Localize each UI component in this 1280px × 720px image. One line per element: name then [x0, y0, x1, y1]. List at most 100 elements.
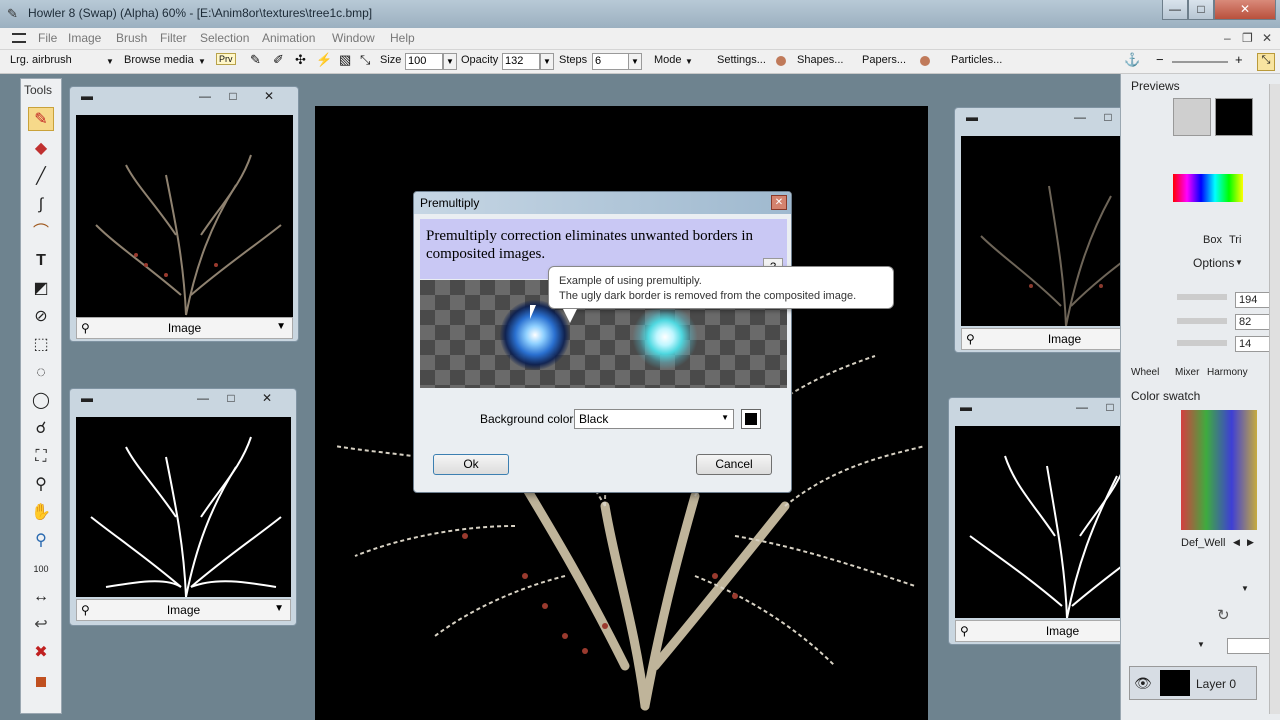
text-tool-icon[interactable]: T: [28, 249, 54, 273]
curve-tool-icon[interactable]: ∫: [28, 193, 54, 217]
mdi-restore-icon[interactable]: ❐: [1242, 31, 1253, 45]
channel-bar[interactable]: ⚲ Image ▼: [76, 599, 291, 621]
menu-filter[interactable]: Filter: [160, 31, 187, 45]
eye-icon[interactable]: 👁: [1134, 675, 1152, 692]
chevron-down-icon[interactable]: ▼: [274, 603, 284, 614]
background-color-swatch[interactable]: [741, 409, 761, 429]
chevron-down-icon[interactable]: ▼: [1241, 584, 1249, 593]
tab-tri[interactable]: Tri: [1229, 234, 1241, 246]
color-spectrum[interactable]: [1173, 174, 1243, 202]
paper-preview[interactable]: [1173, 98, 1211, 136]
panel-scrollbar[interactable]: [1269, 84, 1280, 714]
menu-selection[interactable]: Selection: [200, 31, 249, 45]
maximize-icon[interactable]: □: [1097, 109, 1119, 125]
minimize-button[interactable]: —: [1162, 0, 1188, 20]
arc-tool-icon[interactable]: ⌒: [28, 221, 54, 245]
layer-row[interactable]: 👁 Layer 0: [1129, 666, 1257, 700]
line-tool-icon[interactable]: ╱: [28, 165, 54, 189]
chevron-down-icon[interactable]: ▼: [685, 57, 693, 66]
zoom-slider[interactable]: [1172, 61, 1228, 63]
image-preview-thumb[interactable]: [1215, 98, 1253, 136]
window-menu-icon[interactable]: ▬: [76, 88, 98, 104]
magic-wand-icon[interactable]: ☌: [28, 417, 54, 441]
shapes-button[interactable]: Shapes...: [797, 54, 843, 66]
particles-button[interactable]: Particles...: [951, 54, 1002, 66]
blend-input[interactable]: [1227, 638, 1271, 654]
chevron-down-icon[interactable]: ▼: [1197, 640, 1205, 649]
green-slider[interactable]: [1177, 318, 1227, 324]
window-menu-icon[interactable]: ▬: [961, 109, 983, 125]
tab-box[interactable]: Box: [1203, 234, 1222, 246]
brush-select[interactable]: Lrg. airbrush: [10, 54, 72, 66]
window-menu-icon[interactable]: ▬: [76, 390, 98, 406]
menu-window[interactable]: Window: [332, 31, 375, 45]
zoom-100-icon[interactable]: 100: [28, 557, 54, 581]
preview-button[interactable]: Prv: [216, 53, 236, 65]
undo-icon[interactable]: ↩: [28, 613, 54, 637]
size-dropdown[interactable]: ▼: [443, 53, 457, 70]
chevron-down-icon[interactable]: ▼: [1235, 258, 1243, 267]
menu-animation[interactable]: Animation: [262, 31, 315, 45]
green-value[interactable]: 82: [1235, 314, 1271, 330]
chevron-down-icon[interactable]: ▼: [276, 321, 286, 332]
next-arrow-icon[interactable]: ▶: [1247, 537, 1254, 548]
browse-media-button[interactable]: Browse media: [124, 54, 194, 66]
cycle-icon[interactable]: ✣: [295, 52, 306, 68]
options-button[interactable]: Options: [1193, 256, 1234, 270]
spray-icon[interactable]: ⚡: [316, 52, 332, 68]
image-preview[interactable]: [76, 417, 291, 597]
maximize-icon[interactable]: □: [220, 390, 242, 406]
red-slider[interactable]: [1177, 294, 1227, 300]
hand-icon[interactable]: ✋: [28, 501, 54, 525]
close-icon[interactable]: ✕: [258, 88, 280, 104]
lasso-icon[interactable]: ◯: [28, 389, 54, 413]
color-swatches-icon[interactable]: [28, 671, 54, 695]
close-icon[interactable]: ✕: [256, 390, 278, 406]
papers-button[interactable]: Papers...: [862, 54, 906, 66]
grid-icon[interactable]: ▧: [339, 52, 351, 68]
image-preview[interactable]: [76, 115, 293, 317]
crop-icon[interactable]: ⛶: [28, 445, 54, 469]
dropper-icon[interactable]: ⚲: [28, 473, 54, 497]
gradient-tool-icon[interactable]: ◩: [28, 277, 54, 301]
opacity-dropdown[interactable]: ▼: [540, 53, 554, 70]
chevron-down-icon[interactable]: ▼: [106, 57, 114, 66]
ellipse-select-icon[interactable]: ◌: [28, 361, 54, 385]
mdi-minimize-icon[interactable]: –: [1224, 31, 1231, 45]
chevron-down-icon[interactable]: ▼: [721, 413, 729, 422]
measure-icon[interactable]: ↔: [28, 585, 54, 609]
rect-select-icon[interactable]: ⬚: [28, 333, 54, 357]
swatch-grid[interactable]: [1181, 410, 1257, 530]
minimize-icon[interactable]: —: [192, 390, 214, 406]
brush-icon[interactable]: ✐: [273, 52, 284, 68]
steps-input[interactable]: 6: [592, 53, 630, 70]
channel-bar[interactable]: ⚲ Image ▼: [76, 317, 293, 339]
system-menu-icon[interactable]: [12, 33, 26, 43]
size-input[interactable]: 100: [405, 53, 443, 70]
minimize-icon[interactable]: —: [194, 88, 216, 104]
minimize-icon[interactable]: —: [1071, 399, 1093, 415]
menu-image[interactable]: Image: [68, 31, 101, 45]
chevron-down-icon[interactable]: ▼: [198, 57, 206, 66]
pencil-icon[interactable]: ✎: [250, 52, 261, 68]
mode-button[interactable]: Mode: [654, 54, 682, 66]
ok-button[interactable]: Ok: [433, 454, 509, 475]
anchor-icon[interactable]: ⚓: [1124, 52, 1140, 68]
opacity-input[interactable]: 132: [502, 53, 540, 70]
blue-value[interactable]: 14: [1235, 336, 1271, 352]
close-icon[interactable]: ✕: [771, 195, 787, 210]
shape-tool-icon[interactable]: ⊘: [28, 305, 54, 329]
resize-icon[interactable]: ⤡: [1257, 53, 1275, 71]
zoom-in-icon[interactable]: +: [1235, 52, 1243, 67]
menu-help[interactable]: Help: [390, 31, 415, 45]
maximize-icon[interactable]: □: [222, 88, 244, 104]
tab-wheel[interactable]: Wheel: [1131, 367, 1159, 378]
airbrush-tool-icon[interactable]: ✎: [28, 107, 54, 131]
settings-button[interactable]: Settings...: [717, 54, 766, 66]
resize-icon[interactable]: ⤡: [360, 52, 370, 68]
close-button[interactable]: ✕: [1214, 0, 1276, 20]
menu-brush[interactable]: Brush: [116, 31, 147, 45]
pin-icon[interactable]: ⚲: [28, 529, 54, 553]
steps-dropdown[interactable]: ▼: [628, 53, 642, 70]
cancel-button[interactable]: Cancel: [696, 454, 772, 475]
